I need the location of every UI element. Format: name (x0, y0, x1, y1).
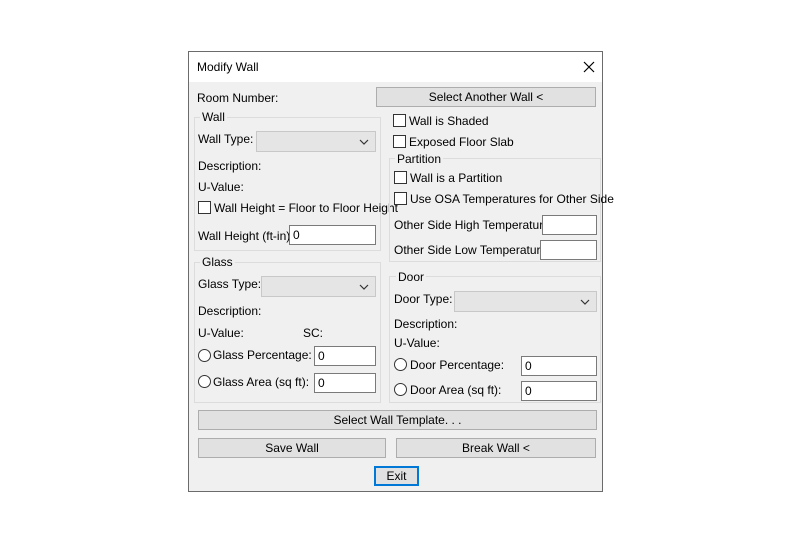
high-temp-label: Other Side High Temperature: (394, 218, 554, 232)
glass-uvalue-label: U-Value: (198, 326, 244, 340)
glass-area-label: Glass Area (sq ft): (213, 375, 310, 389)
glass-area-input[interactable]: 0 (314, 373, 376, 393)
partition-checkbox[interactable] (394, 171, 407, 184)
use-osa-label: Use OSA Temperatures for Other Side (410, 192, 614, 206)
wall-description-label: Description: (198, 159, 262, 173)
door-area-radio[interactable] (394, 383, 407, 396)
door-percentage-input[interactable]: 0 (521, 356, 597, 376)
break-wall-button[interactable]: Break Wall < (396, 438, 596, 458)
exposed-floor-checkbox[interactable] (393, 135, 406, 148)
glass-type-select[interactable] (261, 276, 376, 297)
door-type-label: Door Type: (394, 292, 453, 306)
wall-type-select[interactable] (256, 131, 376, 152)
glass-sc-label: SC: (303, 326, 324, 340)
partition-group-legend: Partition (395, 152, 444, 166)
glass-percentage-input[interactable]: 0 (314, 346, 376, 366)
exit-button[interactable]: Exit (374, 466, 419, 486)
exposed-floor-label: Exposed Floor Slab (409, 135, 514, 149)
close-icon (583, 61, 595, 73)
low-temp-input[interactable] (540, 240, 597, 260)
wall-height-label: Wall Height (ft-in): (198, 229, 294, 243)
use-osa-checkbox[interactable] (394, 192, 407, 205)
door-percentage-label: Door Percentage: (410, 358, 505, 372)
door-uvalue-label: U-Value: (394, 336, 440, 350)
wall-height-checkbox-label: Wall Height = Floor to Floor Height (214, 201, 398, 215)
door-percentage-radio[interactable] (394, 358, 407, 371)
dialog-title: Modify Wall (197, 60, 259, 74)
chevron-down-icon (359, 139, 369, 145)
door-group-legend: Door (396, 270, 427, 284)
save-wall-button[interactable]: Save Wall (198, 438, 386, 458)
door-area-input[interactable]: 0 (521, 381, 597, 401)
door-description-label: Description: (394, 317, 458, 331)
wall-shaded-checkbox[interactable] (393, 114, 406, 127)
select-wall-template-button[interactable]: Select Wall Template. . . (198, 410, 597, 430)
wall-uvalue-label: U-Value: (198, 180, 244, 194)
wall-height-checkbox[interactable] (198, 201, 211, 214)
wall-type-label: Wall Type: (198, 132, 254, 146)
glass-area-radio[interactable] (198, 375, 211, 388)
high-temp-input[interactable] (542, 215, 597, 235)
door-area-label: Door Area (sq ft): (410, 383, 502, 397)
select-another-wall-button[interactable]: Select Another Wall < (376, 87, 596, 107)
wall-shaded-label: Wall is Shaded (409, 114, 489, 128)
glass-group-legend: Glass (200, 255, 235, 269)
glass-percentage-label: Glass Percentage: (213, 348, 312, 362)
wall-height-input[interactable]: 0 (289, 225, 376, 245)
glass-percentage-radio[interactable] (198, 349, 211, 362)
glass-description-label: Description: (198, 304, 262, 318)
low-temp-label: Other Side Low Temperature: (394, 243, 551, 257)
close-button[interactable] (576, 54, 602, 80)
wall-group-legend: Wall (200, 110, 227, 124)
partition-checkbox-label: Wall is a Partition (410, 171, 503, 185)
chevron-down-icon (359, 284, 369, 290)
glass-type-label: Glass Type: (198, 277, 262, 291)
room-number-label: Room Number: (197, 91, 279, 105)
door-type-select[interactable] (454, 291, 597, 312)
chevron-down-icon (580, 299, 590, 305)
